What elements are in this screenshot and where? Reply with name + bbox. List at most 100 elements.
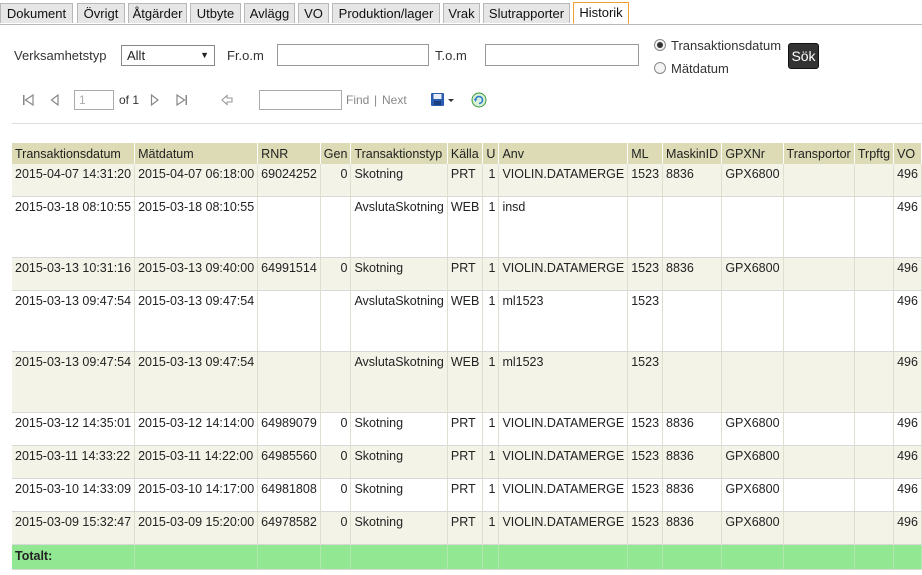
table-row[interactable]: 2015-04-07 14:31:20 2015-04-07 06:18:00 69… xyxy=(12,164,922,197)
cell-gen: 0 xyxy=(320,445,352,479)
tab-avlägg[interactable]: Avlägg xyxy=(244,3,295,23)
tab-produktion-lager[interactable]: Produktion/lager xyxy=(332,3,440,23)
cell-vo: 496 xyxy=(893,445,922,479)
column-header-ml[interactable]: ML xyxy=(627,143,664,164)
total-cell xyxy=(783,544,855,570)
tab-utbyte[interactable]: Utbyte xyxy=(190,3,241,23)
cell-rnr: 69024252 xyxy=(257,164,321,197)
tab-dokument[interactable]: Dokument xyxy=(0,3,73,23)
column-header-transaktionsdatum[interactable]: Transaktionsdatum xyxy=(12,143,136,164)
save-export-icon[interactable] xyxy=(430,92,456,108)
last-page-icon[interactable] xyxy=(176,94,188,106)
cell-gpxnr: GPX6800 xyxy=(721,511,784,545)
cell-transportor xyxy=(783,196,855,258)
cell-ml: 1523 xyxy=(627,257,664,291)
cell-mätdatum: 2015-03-12 14:14:00 xyxy=(134,412,259,446)
cell-transaktionstyp: AvslutaSkotning xyxy=(350,290,448,352)
cell-källa: PRT xyxy=(447,445,484,479)
tom-date-input[interactable] xyxy=(485,44,639,66)
cell-transaktionstyp: Skotning xyxy=(350,257,448,291)
table-row[interactable]: 2015-03-12 14:35:01 2015-03-12 14:14:00 64… xyxy=(12,412,922,446)
table-row[interactable]: 2015-03-13 10:31:16 2015-03-13 09:40:00 64… xyxy=(12,257,922,291)
cell-rnr xyxy=(257,196,321,258)
cell-u: 1 xyxy=(482,478,500,512)
back-icon[interactable] xyxy=(221,94,233,106)
from-date-input[interactable] xyxy=(277,44,429,66)
cell-gpxnr: GPX6800 xyxy=(721,257,784,291)
cell-gpxnr xyxy=(721,351,784,413)
cell-källa: WEB xyxy=(447,196,484,258)
radio-transaktionsdatum[interactable]: Transaktionsdatum xyxy=(654,38,781,54)
table-row[interactable]: 2015-03-10 14:33:09 2015-03-10 14:17:00 64… xyxy=(12,478,922,512)
cell-vo: 496 xyxy=(893,511,922,545)
pager-separator: | xyxy=(374,93,378,107)
column-header-mätdatum[interactable]: Mätdatum xyxy=(134,143,259,164)
tab-historik[interactable]: Historik xyxy=(573,2,629,24)
table-row[interactable]: 2015-03-11 14:33:22 2015-03-11 14:22:00 64… xyxy=(12,445,922,479)
cell-gen xyxy=(320,351,352,413)
column-header-vo[interactable]: VO xyxy=(893,143,922,164)
column-header-gpxnr[interactable]: GPXNr xyxy=(721,143,784,164)
total-cell xyxy=(447,544,484,570)
tab-åtgärder[interactable]: Åtgärder xyxy=(128,3,187,23)
first-page-icon[interactable] xyxy=(22,94,34,106)
cell-rnr: 64978582 xyxy=(257,511,321,545)
column-header-trpftg[interactable]: Trpftg xyxy=(854,143,895,164)
total-cell xyxy=(498,544,629,570)
column-header-transaktionstyp[interactable]: Transaktionstyp xyxy=(350,143,448,164)
cell-transaktionstyp: Skotning xyxy=(350,412,448,446)
total-cell xyxy=(134,544,259,570)
search-button[interactable]: Sök xyxy=(788,43,819,69)
tab-vo[interactable]: VO xyxy=(298,3,329,23)
table-row[interactable]: 2015-03-18 08:10:55 2015-03-18 08:10:55 Av… xyxy=(12,196,922,258)
cell-gpxnr: GPX6800 xyxy=(721,445,784,479)
table-row[interactable]: 2015-03-09 15:32:47 2015-03-09 15:20:00 64… xyxy=(12,511,922,545)
prev-page-icon[interactable] xyxy=(50,94,60,106)
radio-matdatum-label: Mätdatum xyxy=(671,61,729,76)
tab-vrak[interactable]: Vrak xyxy=(443,3,480,23)
cell-mätdatum: 2015-04-07 06:18:00 xyxy=(134,164,259,197)
radio-matdatum[interactable]: Mätdatum xyxy=(654,61,729,77)
refresh-icon[interactable] xyxy=(471,92,487,108)
column-header-maskinid[interactable]: MaskinID xyxy=(662,143,723,164)
cell-vo: 496 xyxy=(893,412,922,446)
cell-transaktionsdatum: 2015-03-13 10:31:16 xyxy=(12,257,136,291)
cell-ml: 1523 xyxy=(627,445,664,479)
verksamhetstyp-select[interactable]: Allt ▼ xyxy=(121,45,215,66)
column-header-anv[interactable]: Anv xyxy=(498,143,629,164)
column-header-u[interactable]: U xyxy=(482,143,500,164)
cell-anv: VIOLIN.DATAMERGE xyxy=(498,164,629,197)
cell-ml xyxy=(627,196,664,258)
table-row[interactable]: 2015-03-13 09:47:54 2015-03-13 09:47:54 Av… xyxy=(12,290,922,352)
cell-mätdatum: 2015-03-10 14:17:00 xyxy=(134,478,259,512)
cell-transaktionstyp: Skotning xyxy=(350,478,448,512)
next-page-icon[interactable] xyxy=(150,94,160,106)
column-header-källa[interactable]: Källa xyxy=(447,143,484,164)
table-row[interactable]: 2015-03-13 09:47:54 2015-03-13 09:47:54 Av… xyxy=(12,351,922,413)
cell-transaktionstyp: Skotning xyxy=(350,164,448,197)
cell-källa: PRT xyxy=(447,164,484,197)
total-row: Totalt: xyxy=(12,544,922,570)
column-header-rnr[interactable]: RNR xyxy=(257,143,321,164)
find-input[interactable] xyxy=(259,90,342,110)
cell-u: 1 xyxy=(482,257,500,291)
cell-gen xyxy=(320,196,352,258)
next-link[interactable]: Next xyxy=(382,90,407,110)
cell-gpxnr xyxy=(721,196,784,258)
cell-rnr: 64981808 xyxy=(257,478,321,512)
column-header-gen[interactable]: Gen xyxy=(320,143,352,164)
cell-transaktionsdatum: 2015-04-07 14:31:20 xyxy=(12,164,136,197)
cell-rnr xyxy=(257,290,321,352)
cell-vo: 496 xyxy=(893,290,922,352)
find-link[interactable]: Find xyxy=(346,90,369,110)
tab-övrigt[interactable]: Övrigt xyxy=(77,3,125,23)
cell-u: 1 xyxy=(482,196,500,258)
cell-gpxnr: GPX6800 xyxy=(721,478,784,512)
tab-slutrapporter[interactable]: Slutrapporter xyxy=(483,3,570,23)
page-of-label: of 1 xyxy=(119,93,140,107)
cell-mätdatum: 2015-03-09 15:20:00 xyxy=(134,511,259,545)
cell-gen xyxy=(320,290,352,352)
total-cell xyxy=(662,544,723,570)
column-header-transportor[interactable]: Transportor xyxy=(783,143,855,164)
page-number-input[interactable]: 1 xyxy=(74,90,114,110)
